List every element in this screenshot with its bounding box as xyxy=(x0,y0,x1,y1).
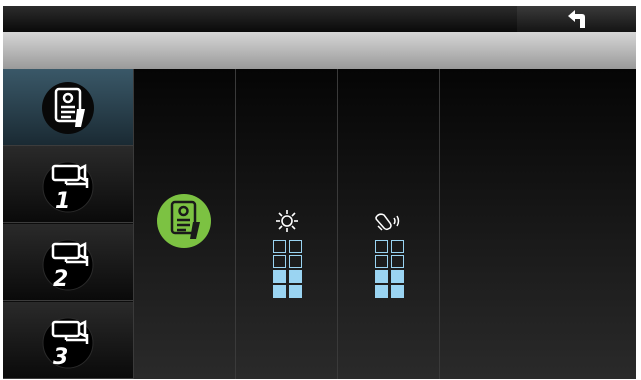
sidebar-item-camera-3[interactable]: 3 xyxy=(3,302,133,379)
camera-icon: 3 xyxy=(42,317,94,370)
camera-number: 1 xyxy=(55,189,70,214)
selected-device-column xyxy=(133,69,235,379)
bell-volume-icon xyxy=(375,213,400,231)
level-cell-filled[interactable] xyxy=(391,285,404,298)
back-button[interactable] xyxy=(517,6,636,32)
level-cell-filled[interactable] xyxy=(375,270,388,283)
level-cell-empty[interactable] xyxy=(391,255,404,268)
camera-icon: 1 xyxy=(42,161,94,214)
level-cell-empty[interactable] xyxy=(289,240,302,253)
level-cell-empty[interactable] xyxy=(289,255,302,268)
door-station-icon[interactable] xyxy=(156,193,212,249)
screen: 1 2 3 xyxy=(3,6,636,379)
sidebar-item-camera-1[interactable]: 1 xyxy=(3,146,133,223)
sidebar-item-camera-2[interactable]: 2 xyxy=(3,224,133,301)
level-cell-filled[interactable] xyxy=(273,270,286,283)
brightness-icon xyxy=(276,210,298,232)
ring-volume-column[interactable] xyxy=(337,69,439,379)
level-cell-filled[interactable] xyxy=(289,285,302,298)
device-sidebar: 1 2 3 xyxy=(3,69,133,379)
empty-panel xyxy=(439,69,636,379)
door-station-icon xyxy=(42,82,94,134)
camera-icon: 2 xyxy=(42,239,94,292)
camera-number: 3 xyxy=(53,345,68,370)
level-cell-empty[interactable] xyxy=(375,240,388,253)
top-bar xyxy=(3,6,636,32)
camera-number: 2 xyxy=(53,267,68,292)
level-cell-empty[interactable] xyxy=(273,255,286,268)
sidebar-item-door-station-1[interactable] xyxy=(3,69,133,146)
level-cell-filled[interactable] xyxy=(391,270,404,283)
level-cell-filled[interactable] xyxy=(289,270,302,283)
level-cell-empty[interactable] xyxy=(391,240,404,253)
brightness-column[interactable] xyxy=(235,69,337,379)
level-cell-filled[interactable] xyxy=(273,285,286,298)
level-cell-empty[interactable] xyxy=(375,255,388,268)
level-cell-filled[interactable] xyxy=(375,285,388,298)
level-cell-empty[interactable] xyxy=(273,240,286,253)
back-arrow-icon xyxy=(568,10,585,28)
title-bar xyxy=(3,32,636,69)
